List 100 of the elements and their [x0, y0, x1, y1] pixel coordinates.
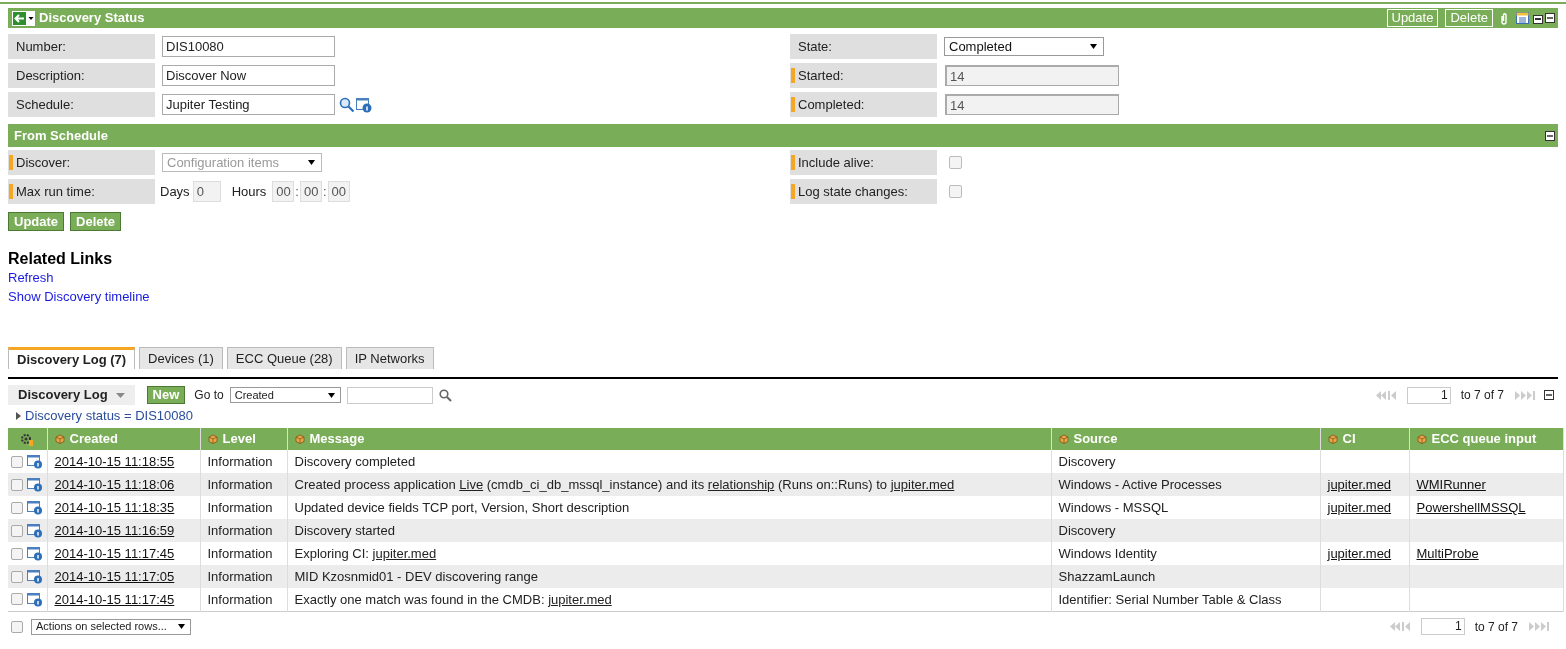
table-cell: Discovery — [1058, 522, 1116, 538]
link[interactable]: 2014-10-15 11:17:45 — [54, 591, 175, 607]
link[interactable]: 2014-10-15 11:17:05 — [54, 568, 175, 584]
time-separator: : — [322, 182, 327, 201]
link[interactable]: 2014-10-15 11:18:35 — [54, 499, 175, 515]
dropdown-caret-icon — [1090, 44, 1097, 49]
first-page-icon — [1388, 621, 1411, 632]
link[interactable]: relationship — [707, 476, 775, 492]
cube-icon — [1416, 434, 1427, 444]
caret-icon — [115, 392, 125, 398]
field-label: Completed: — [798, 95, 865, 114]
dropdown[interactable]: Created — [229, 387, 341, 403]
link[interactable]: WMIRunner — [1416, 476, 1486, 492]
section-heading: Related Links — [8, 250, 114, 268]
link[interactable]: 2014-10-15 11:17:45 — [54, 545, 175, 561]
message-text: Exactly one match was found in the CMDB: jupiter.med — [294, 591, 612, 607]
cube-icon — [54, 434, 65, 444]
link[interactable]: Show Discovery timeline — [8, 289, 150, 304]
table-cell: Information — [207, 568, 273, 584]
page-field[interactable]: 1 — [1420, 618, 1465, 635]
table-cell: Identifier: Serial Number Table & Class — [1058, 591, 1282, 607]
tab[interactable]: Devices (1) — [139, 347, 223, 369]
page-field[interactable]: 1 — [1406, 386, 1451, 404]
search-icon — [438, 388, 452, 402]
page-range: to 7 of 7 — [1474, 618, 1518, 636]
last-page-icon — [1514, 389, 1536, 401]
link[interactable]: 2014-10-15 11:18:06 — [54, 476, 175, 492]
field-label: Schedule: — [16, 95, 74, 114]
dropdown[interactable]: Completed — [944, 37, 1104, 56]
input-field[interactable]: Jupiter Testing — [162, 94, 335, 115]
time-field[interactable]: 00 — [299, 181, 322, 202]
message-text: Discovery completed — [294, 453, 416, 469]
row-checkbox[interactable] — [11, 524, 23, 537]
search-icon — [339, 96, 355, 113]
row-checkbox[interactable] — [11, 570, 23, 583]
cube-icon — [207, 434, 218, 444]
link[interactable]: jupiter.med — [1327, 476, 1392, 492]
tab[interactable]: ECC Queue (28) — [226, 347, 342, 369]
input-field[interactable]: Discover Now — [162, 65, 335, 86]
search-field[interactable] — [346, 386, 433, 404]
link[interactable]: 2014-10-15 11:16:59 — [54, 522, 175, 538]
link[interactable]: Live — [459, 476, 484, 492]
select-all-checkbox[interactable] — [11, 620, 23, 633]
back-button[interactable] — [12, 10, 35, 26]
list-title-menu[interactable]: Discovery Log — [8, 385, 135, 405]
days-label: Days — [160, 182, 190, 201]
checkbox[interactable] — [949, 156, 962, 169]
message-text: Updated device fields TCP port, Version, Short description — [294, 499, 630, 515]
collapse-icon — [1545, 13, 1555, 23]
info-window-icon — [27, 500, 43, 515]
link[interactable]: PowershellMSSQL — [1416, 499, 1526, 515]
paperclip-icon — [1500, 11, 1508, 25]
window-icon — [1533, 12, 1543, 24]
row-checkbox[interactable] — [11, 478, 23, 491]
tab[interactable]: IP Networks — [345, 347, 434, 369]
tab[interactable]: Discovery Log (7) — [8, 347, 136, 369]
time-separator: : — [295, 182, 299, 201]
expand-triangle-icon — [16, 412, 21, 420]
link[interactable]: jupiter.med — [890, 476, 955, 492]
input-field[interactable]: DIS10080 — [162, 36, 335, 57]
info-window-icon — [27, 523, 43, 538]
link[interactable]: jupiter.med — [372, 545, 437, 561]
time-field[interactable]: 00 — [272, 181, 295, 202]
info-window-icon — [27, 591, 43, 607]
back-arrow-icon — [12, 10, 27, 26]
table-cell: Information — [207, 476, 273, 492]
row-checkbox[interactable] — [11, 593, 23, 606]
link[interactable]: Refresh — [8, 270, 54, 285]
info-window-icon — [27, 546, 43, 561]
link[interactable]: jupiter.med — [548, 591, 612, 607]
row-checkbox[interactable] — [11, 501, 23, 514]
message-text: Exploring CI: jupiter.med — [294, 545, 437, 561]
form-title: Discovery Status — [39, 9, 145, 28]
info-window-icon — [27, 477, 43, 492]
dropdown[interactable]: Actions on selected rows... — [31, 618, 191, 635]
time-field[interactable]: 00 — [327, 181, 350, 202]
link[interactable]: jupiter.med — [1327, 545, 1392, 561]
link[interactable]: MultiProbe — [1416, 545, 1479, 561]
link[interactable]: jupiter.med — [1327, 499, 1392, 515]
readonly-field: 14 — [945, 94, 1119, 115]
row-checkbox[interactable] — [11, 455, 23, 468]
row-checkbox[interactable] — [11, 547, 23, 560]
cube-icon — [294, 434, 305, 444]
table-cell: Information — [207, 453, 273, 469]
checkbox[interactable] — [949, 185, 962, 198]
link[interactable]: 2014-10-15 11:18:55 — [54, 453, 175, 469]
info-window-icon — [356, 96, 372, 113]
last-page-icon — [1528, 621, 1550, 632]
gear-icon — [20, 432, 35, 446]
table-cell: ShazzamLaunch — [1058, 568, 1156, 584]
filter-breadcrumb[interactable]: Discovery status = DIS10080 — [25, 406, 193, 426]
cube-icon — [1327, 434, 1338, 444]
message-text: MID Kzosnmid01 - DEV discovering range — [294, 568, 538, 584]
cube-icon — [1058, 434, 1069, 444]
field-label: Description: — [16, 66, 85, 85]
days-field[interactable]: 0 — [192, 181, 221, 202]
hours-label: Hours — [231, 182, 267, 201]
table-cell: Information — [207, 591, 273, 607]
info-window-icon — [27, 569, 43, 584]
field-label: Started: — [798, 66, 844, 85]
